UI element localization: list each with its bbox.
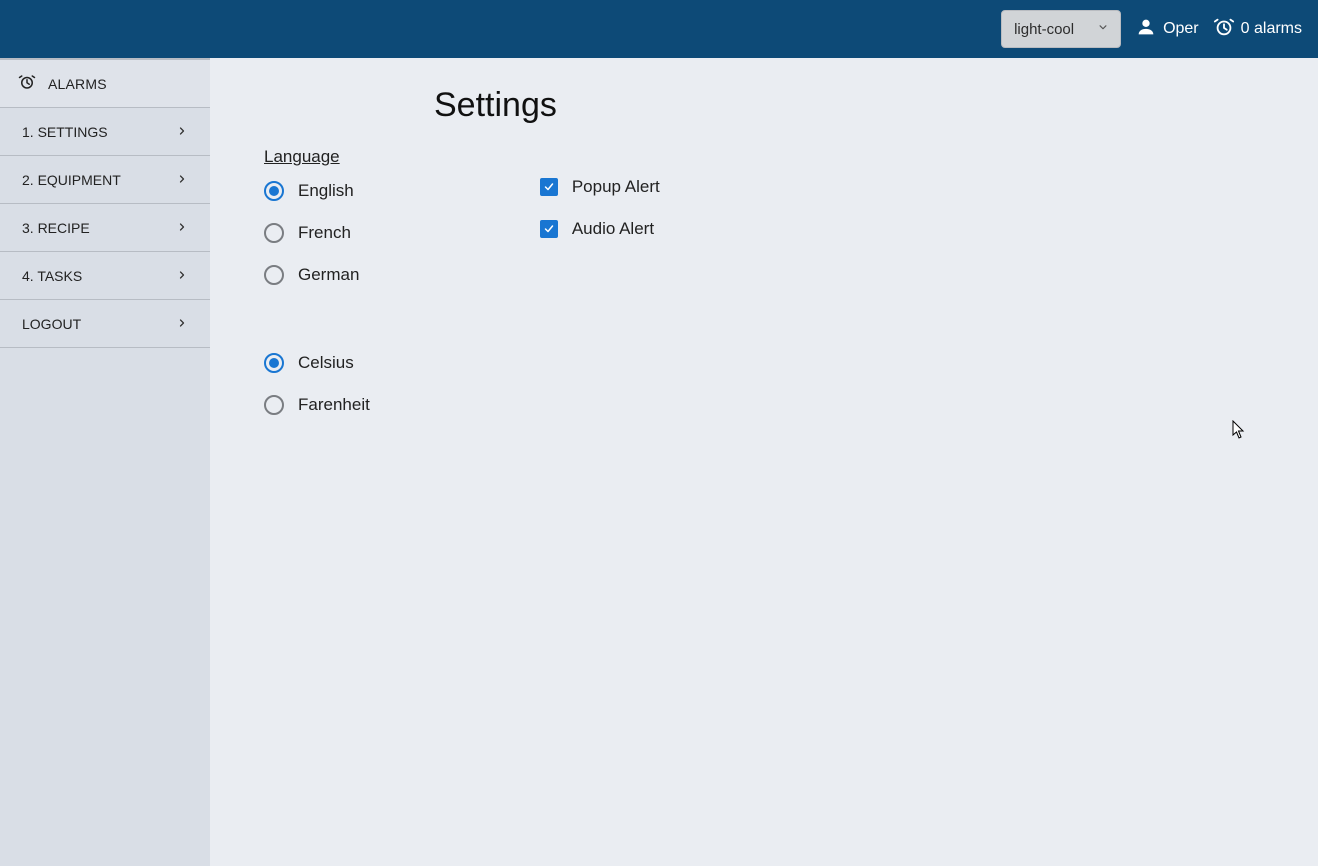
checkbox-popup-alert[interactable]: Popup Alert (540, 177, 660, 197)
sidebar-item-tasks[interactable]: 4. TASKS (0, 252, 210, 300)
user-name: Oper (1163, 20, 1199, 38)
alerts-group: Popup Alert Audio Alert (540, 177, 660, 239)
radio-label: German (298, 265, 359, 285)
alarms-button[interactable]: 0 alarms (1213, 16, 1302, 43)
radio-icon (264, 265, 284, 285)
alarms-label: 0 alarms (1241, 20, 1302, 38)
theme-select-value: light-cool (1014, 21, 1074, 38)
radio-farenheit[interactable]: Farenheit (264, 395, 370, 415)
theme-select[interactable]: light-cool (1001, 10, 1121, 48)
alarm-icon (18, 73, 36, 94)
sidebar: ALARMS 1. SETTINGS 2. EQUIPMENT 3. RECIP… (0, 58, 210, 866)
main-content: Settings Language English French (210, 58, 1318, 866)
chevron-down-icon (1096, 20, 1110, 38)
radio-celsius[interactable]: Celsius (264, 353, 370, 373)
radio-icon (264, 181, 284, 201)
checkbox-audio-alert[interactable]: Audio Alert (540, 219, 660, 239)
radio-label: Farenheit (298, 395, 370, 415)
sidebar-item-label: 4. TASKS (22, 268, 82, 284)
radio-french[interactable]: French (264, 223, 370, 243)
radio-icon (264, 353, 284, 373)
user-block[interactable]: Oper (1135, 16, 1199, 43)
radio-label: Celsius (298, 353, 354, 373)
checkbox-label: Audio Alert (572, 219, 654, 239)
language-group: English French German (264, 181, 370, 285)
chevron-right-icon (176, 220, 188, 236)
sidebar-item-recipe[interactable]: 3. RECIPE (0, 204, 210, 252)
topbar: light-cool Oper 0 alarms (0, 0, 1318, 58)
checkbox-icon (540, 178, 558, 196)
checkbox-label: Popup Alert (572, 177, 660, 197)
radio-icon (264, 395, 284, 415)
sidebar-item-label: 3. RECIPE (22, 220, 90, 236)
sidebar-item-label: LOGOUT (22, 316, 81, 332)
radio-german[interactable]: German (264, 265, 370, 285)
radio-english[interactable]: English (264, 181, 370, 201)
chevron-right-icon (176, 268, 188, 284)
sidebar-item-alarms[interactable]: ALARMS (0, 60, 210, 108)
sidebar-alarms-label: ALARMS (48, 76, 107, 92)
checkbox-icon (540, 220, 558, 238)
radio-icon (264, 223, 284, 243)
chevron-right-icon (176, 124, 188, 140)
radio-label: English (298, 181, 354, 201)
chevron-right-icon (176, 316, 188, 332)
language-heading: Language (264, 147, 1318, 167)
sidebar-item-settings[interactable]: 1. SETTINGS (0, 108, 210, 156)
sidebar-item-equipment[interactable]: 2. EQUIPMENT (0, 156, 210, 204)
sidebar-item-label: 1. SETTINGS (22, 124, 108, 140)
radio-label: French (298, 223, 351, 243)
alarm-icon (1213, 16, 1235, 43)
sidebar-item-logout[interactable]: LOGOUT (0, 300, 210, 348)
user-icon (1135, 16, 1157, 43)
page-title: Settings (434, 86, 1318, 125)
temperature-group: Celsius Farenheit (264, 353, 370, 415)
chevron-right-icon (176, 172, 188, 188)
sidebar-item-label: 2. EQUIPMENT (22, 172, 121, 188)
